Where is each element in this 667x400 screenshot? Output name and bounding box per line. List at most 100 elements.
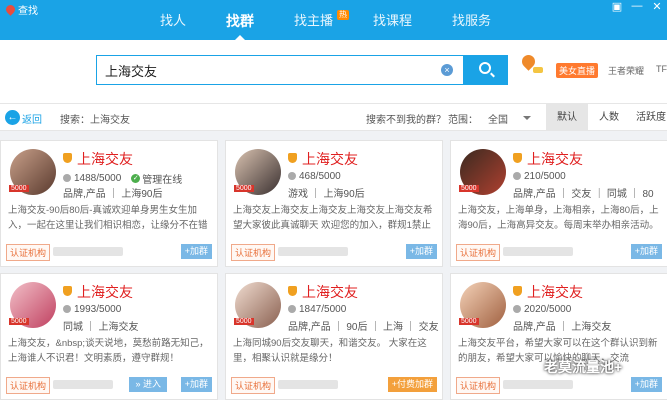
member-count: 468/5000 (288, 171, 341, 182)
redacted-text (278, 380, 338, 389)
group-name[interactable]: 上海交友 (302, 282, 358, 302)
search-input[interactable] (97, 56, 427, 84)
group-card[interactable]: 5000 上海交友 1847/5000 品牌,产品 ｜ 90后 ｜ 上海 ｜ 交… (225, 273, 443, 400)
app-title-text: 查找 (18, 6, 38, 17)
map-icon (533, 67, 543, 73)
group-card[interactable]: 5000 上海交友 468/5000 游戏 ｜ 上海90后 上海交友上海交友上海… (225, 140, 443, 267)
certified-badge: 认证机构 (231, 244, 276, 261)
level-badge: 5000 (459, 185, 479, 192)
sort-activity[interactable]: 活跃度 (630, 104, 667, 131)
tab-find-services[interactable]: 找服务 (432, 0, 511, 40)
tab-find-courses[interactable]: 找课程 (353, 0, 432, 40)
certified-badge: 认证机构 (456, 244, 501, 261)
member-count-text: 1488/5000 (74, 173, 122, 184)
back-icon[interactable]: ← (5, 110, 20, 125)
paid-join-button[interactable]: +付费加群 (387, 377, 437, 392)
people-icon (513, 305, 521, 314)
filter-bar: ← 返回 搜索：上海交友 搜索不到我的群？ 范围： 全国 默认 人数 活跃度 (0, 103, 667, 131)
pin-window-icon[interactable]: ▣ (611, 0, 623, 13)
cant-find-group-link[interactable]: 搜索不到我的群？ (366, 111, 446, 126)
tab-find-groups[interactable]: 找群 (206, 0, 274, 40)
group-tags: 品牌,产品 ｜ 上海90后 (63, 189, 163, 200)
join-group-button[interactable]: +加群 (180, 377, 212, 392)
minimize-icon[interactable]: — (631, 0, 643, 13)
range-label: 范围： (448, 115, 478, 126)
join-group-button[interactable]: +加群 (630, 244, 662, 259)
group-description: 上海交友上海交友上海交友上海交友上海交友希望大家彼此真诚聊天 欢迎您的加入，群规… (233, 205, 433, 231)
member-count: 2020/5000 (513, 304, 571, 315)
group-name[interactable]: 上海交友 (302, 149, 358, 169)
title-bar: 查找 找人 找群 找主播 热 找课程 找服务 ▣ — ✕ (0, 0, 667, 40)
group-name[interactable]: 上海交友 (77, 282, 133, 302)
verified-shield-icon (63, 286, 72, 296)
verified-shield-icon (513, 286, 522, 296)
group-card[interactable]: 5000 上海交友 1488/5000 ✓ 管理在线 品牌,产品 ｜ 上海90后 … (0, 140, 218, 267)
clear-search-icon[interactable]: × (441, 64, 453, 76)
enter-group-button[interactable]: » 进入 (129, 377, 167, 392)
check-icon: ✓ (131, 174, 141, 183)
group-card[interactable]: 5000 上海交友 1993/5000 同城 ｜ 上海交友 上海交友，&nbsp… (0, 273, 218, 400)
member-count-text: 1847/5000 (299, 304, 347, 315)
live-promo-badge[interactable]: 美女直播 (556, 63, 599, 78)
redacted-text (278, 247, 348, 256)
group-stats: 1847/5000 (288, 304, 346, 315)
join-group-button[interactable]: +加群 (630, 377, 662, 392)
group-tags: 同城 ｜ 上海交友 (63, 322, 139, 333)
group-stats: 1488/5000 ✓ 管理在线 (63, 171, 182, 186)
certified-badge: 认证机构 (6, 244, 51, 261)
group-tags: 品牌,产品 ｜ 交友 ｜ 同城 ｜ 80 (513, 189, 654, 200)
certified-badge: 认证机构 (456, 377, 501, 394)
member-count: 1847/5000 (288, 304, 346, 315)
sort-members[interactable]: 人数 (588, 104, 630, 131)
group-name[interactable]: 上海交友 (77, 149, 133, 169)
back-link[interactable]: 返回 (22, 111, 42, 126)
game-promo-link[interactable]: 王者荣耀 (608, 64, 644, 77)
level-badge: 5000 (234, 185, 254, 192)
chevron-down-icon[interactable] (523, 116, 531, 124)
group-card[interactable]: 5000 上海交友 2020/5000 品牌,产品 ｜ 上海交友 上海交友平台，… (450, 273, 667, 400)
people-icon (513, 172, 521, 181)
level-badge: 5000 (459, 318, 479, 325)
member-count-text: 2020/5000 (524, 304, 572, 315)
verified-shield-icon (63, 153, 72, 163)
verified-shield-icon (288, 153, 297, 163)
member-count: 1993/5000 (63, 304, 121, 315)
nav-tabs: 找人 找群 找主播 热 找课程 找服务 (140, 0, 511, 40)
group-tags: 品牌,产品 ｜ 上海交友 (513, 322, 612, 333)
sort-default[interactable]: 默认 (546, 104, 588, 131)
search-button[interactable] (464, 55, 508, 85)
certified-badge: 认证机构 (231, 377, 276, 394)
level-badge: 5000 (234, 318, 254, 325)
people-icon (288, 305, 296, 314)
member-count-text: 468/5000 (299, 171, 341, 182)
group-tags: 游戏 ｜ 上海90后 (288, 189, 365, 200)
tab-find-people[interactable]: 找人 (140, 0, 206, 40)
member-count-text: 210/5000 (524, 171, 566, 182)
people-icon (63, 174, 71, 183)
group-description: 上海交友-90后80后-真诚欢迎单身男生女生加入，一起在这里让我们相识相恋，让缘… (8, 205, 208, 231)
redacted-text (53, 247, 123, 256)
people-icon (288, 172, 296, 181)
group-name[interactable]: 上海交友 (527, 282, 583, 302)
tab-find-streamers[interactable]: 找主播 热 (274, 0, 353, 40)
member-count-text: 1993/5000 (74, 304, 122, 315)
join-group-button[interactable]: +加群 (180, 244, 212, 259)
group-name[interactable]: 上海交友 (527, 149, 583, 169)
group-stats: 1993/5000 (63, 304, 121, 315)
group-card[interactable]: 5000 上海交友 210/5000 品牌,产品 ｜ 交友 ｜ 同城 ｜ 80 … (450, 140, 667, 267)
group-stats: 2020/5000 (513, 304, 571, 315)
manager-status-text: 管理在线 (142, 175, 183, 186)
people-icon (63, 305, 71, 314)
app-title: 查找 (4, 2, 38, 17)
tf-promo-link[interactable]: TF (656, 64, 667, 74)
manager-status: ✓ 管理在线 (131, 171, 182, 186)
join-group-button[interactable]: +加群 (405, 244, 437, 259)
level-badge: 5000 (9, 318, 29, 325)
location-pin-icon (4, 3, 17, 16)
tab-find-streamers-label: 找主播 (294, 13, 334, 28)
redacted-text (503, 380, 573, 389)
range-select[interactable]: 全国 (488, 111, 508, 126)
close-icon[interactable]: ✕ (651, 0, 663, 13)
search-breadcrumb: 搜索：上海交友 (60, 115, 130, 126)
level-badge: 5000 (9, 185, 29, 192)
